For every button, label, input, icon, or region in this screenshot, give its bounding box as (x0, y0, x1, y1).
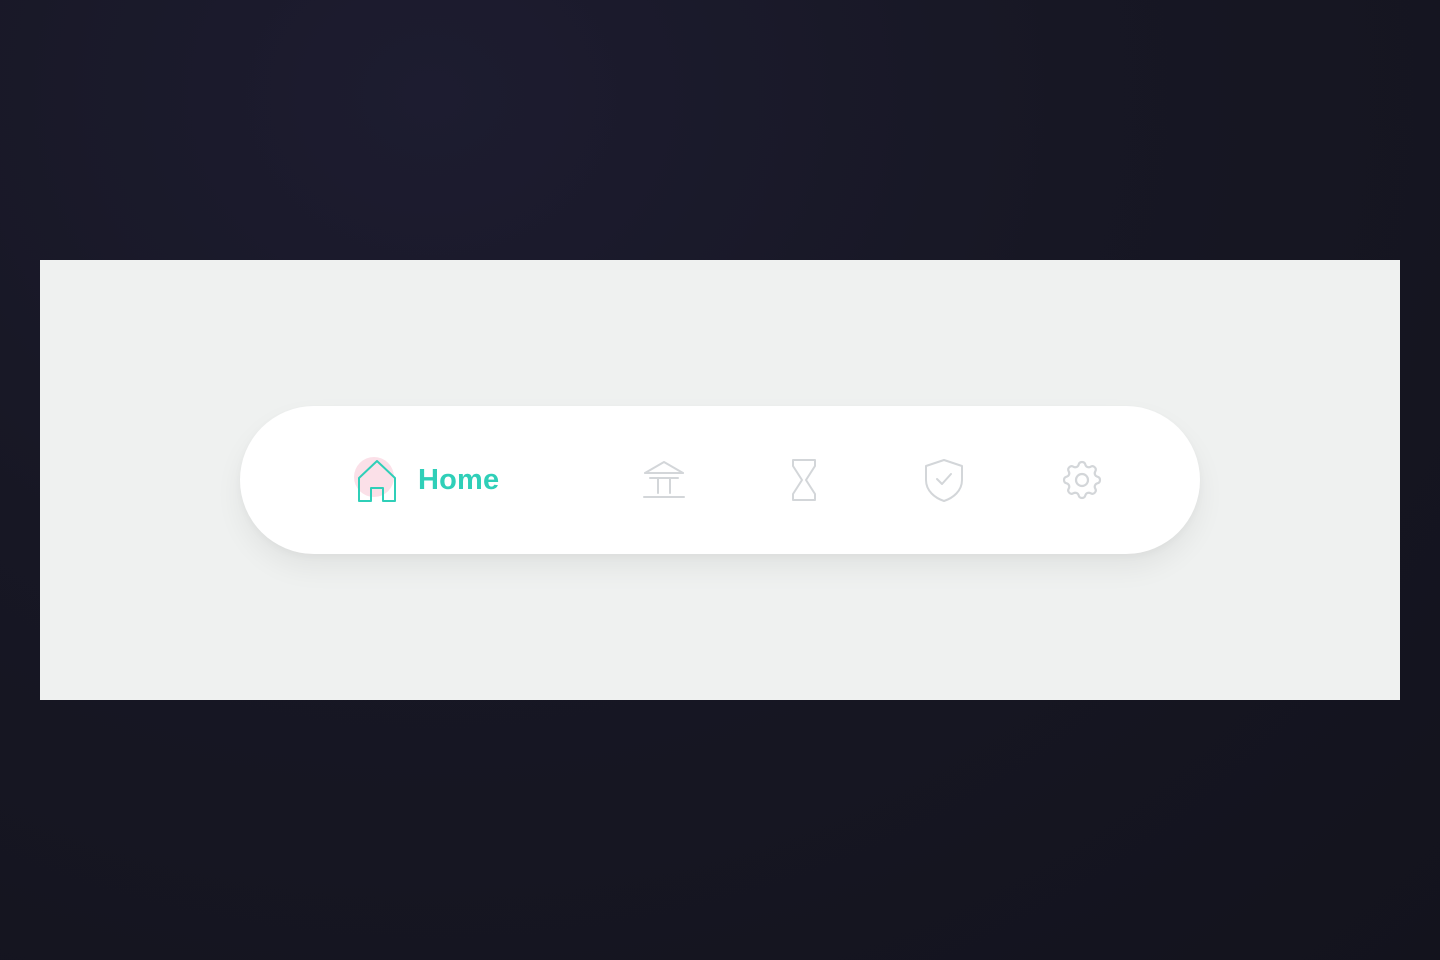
bottom-navigation-bar: Home (240, 406, 1200, 554)
bank-icon (639, 455, 689, 505)
preview-stage: Home (40, 260, 1400, 700)
nav-item-bank[interactable] (639, 455, 689, 505)
nav-item-history[interactable] (779, 455, 829, 505)
nav-item-home-label: Home (418, 463, 500, 496)
nav-item-security[interactable] (919, 455, 969, 505)
nav-item-settings[interactable] (1057, 455, 1107, 505)
hourglass-icon (779, 455, 829, 505)
home-icon (352, 455, 402, 505)
nav-item-home[interactable]: Home (352, 455, 499, 505)
shield-check-icon (919, 455, 969, 505)
gear-icon (1057, 455, 1107, 505)
